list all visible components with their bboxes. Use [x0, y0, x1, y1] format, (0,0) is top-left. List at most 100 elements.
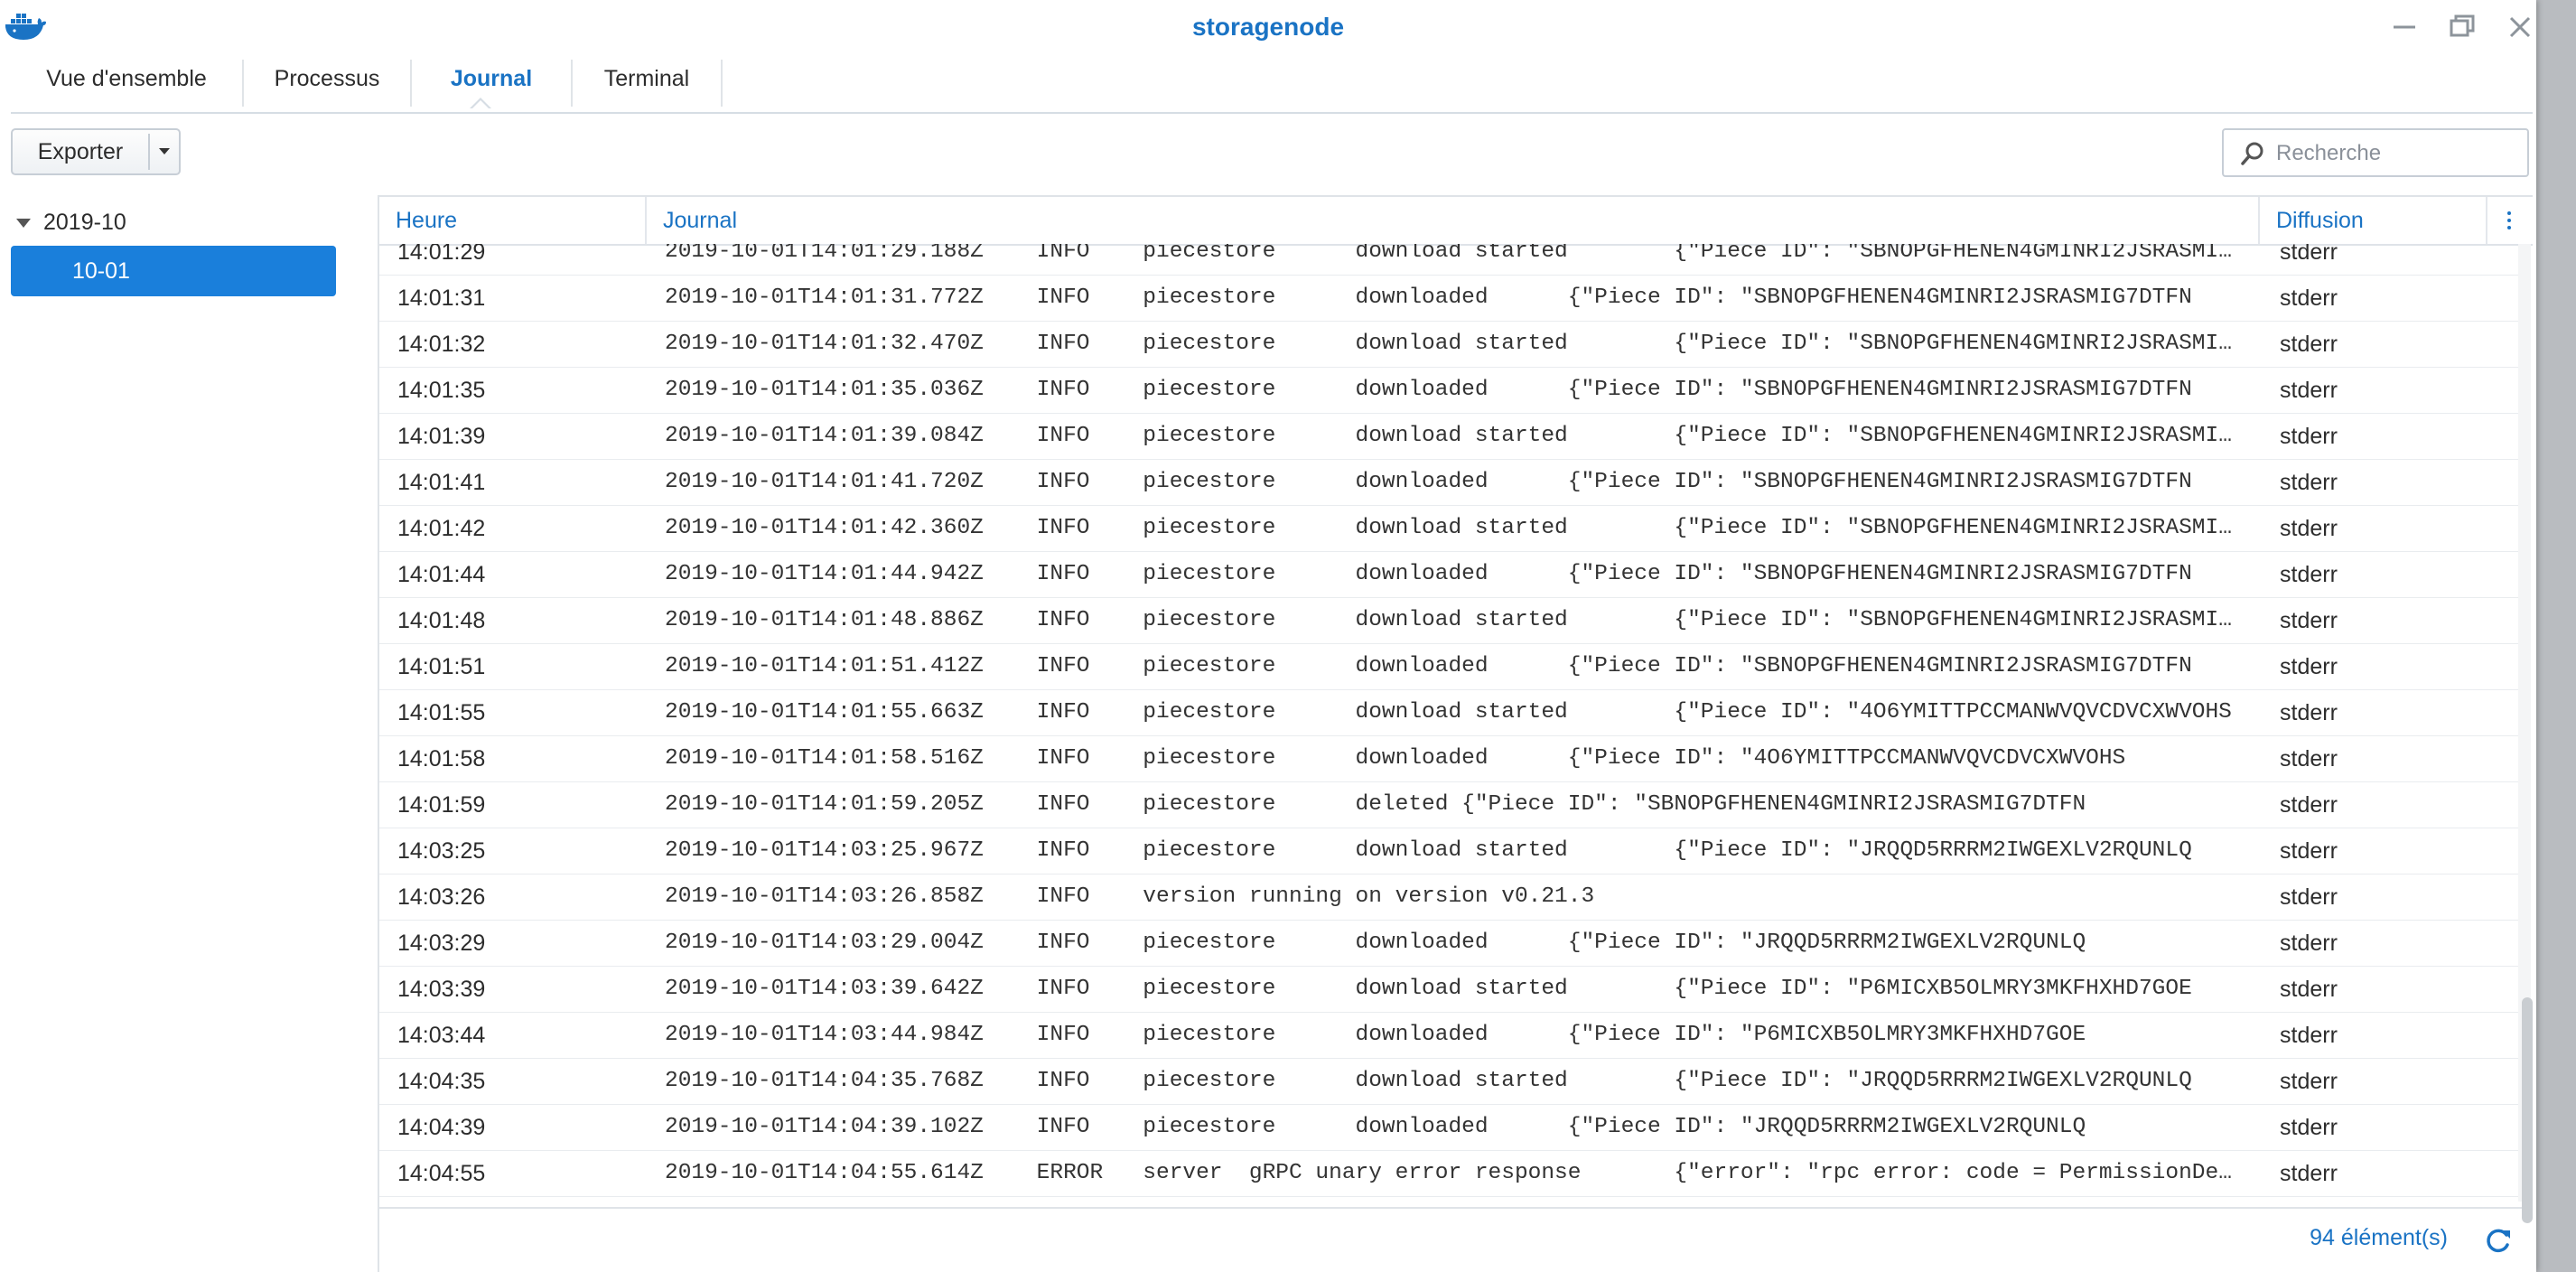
cell-stream: stderr [2280, 1023, 2338, 1048]
table-row[interactable]: 14:04:39 2019-10-01T14:04:39.102Z INFO pi… [379, 1105, 2518, 1151]
window-title: storagenode [1191, 13, 1345, 41]
cell-stream: stderr [2280, 285, 2338, 311]
cell-journal: 2019-10-01T14:01:35.036Z INFO piecestore… [665, 378, 2192, 402]
cell-stream: stderr [2280, 608, 2338, 633]
table-row[interactable]: 14:01:55 2019-10-01T14:01:55.663Z INFO pi… [379, 690, 2518, 736]
cell-stream: stderr [2280, 884, 2338, 910]
cell-stream: stderr [2280, 931, 2338, 956]
tree-node-year[interactable]: 2019-10 [16, 204, 126, 240]
item-count: 94 élément(s) [2310, 1225, 2448, 1250]
column-header-stream[interactable]: Diffusion [2260, 197, 2486, 244]
cell-time: 14:03:44 [397, 1023, 486, 1048]
cell-time: 14:04:55 [397, 1161, 486, 1186]
table-row[interactable]: 14:03:25 2019-10-01T14:03:25.967Z INFO pi… [379, 828, 2518, 874]
cell-journal: 2019-10-01T14:01:29.188Z INFO piecestore… [665, 244, 2238, 264]
table-row[interactable]: 14:04:35 2019-10-01T14:04:35.768Z INFO pi… [379, 1059, 2518, 1105]
active-tab-indicator [470, 98, 491, 109]
table-row[interactable]: 14:01:42 2019-10-01T14:01:42.360Z INFO pi… [379, 506, 2518, 552]
cell-journal: 2019-10-01T14:03:25.967Z INFO piecestore… [665, 838, 2192, 863]
column-header-journal[interactable]: Journal [647, 197, 2258, 244]
cell-stream: stderr [2280, 516, 2338, 541]
cell-journal: 2019-10-01T14:01:51.412Z INFO piecestore… [665, 654, 2192, 678]
table-row[interactable]: 14:01:29 2019-10-01T14:01:29.188Z INFO pi… [379, 244, 2518, 276]
cell-time: 14:01:29 [397, 244, 486, 265]
expand-arrow-icon[interactable] [16, 219, 31, 229]
cell-time: 14:01:48 [397, 608, 486, 633]
table-row[interactable]: 14:01:58 2019-10-01T14:01:58.516Z INFO pi… [379, 736, 2518, 782]
cell-time: 14:04:39 [397, 1115, 486, 1140]
cell-time: 14:01:39 [397, 424, 486, 449]
cell-stream: stderr [2280, 977, 2338, 1002]
table-rows: 14:01:29 2019-10-01T14:01:29.188Z INFO pi… [379, 244, 2518, 1202]
cell-journal: 2019-10-01T14:04:35.768Z INFO piecestore… [665, 1069, 2192, 1093]
column-header-time[interactable]: Heure [379, 197, 645, 244]
table-row[interactable]: 14:03:26 2019-10-01T14:03:26.858Z INFO ve… [379, 874, 2518, 921]
table-row[interactable]: 14:01:32 2019-10-01T14:01:32.470Z INFO pi… [379, 322, 2518, 368]
tab-journal[interactable]: Journal [412, 54, 571, 112]
column-menu-icon[interactable] [2486, 197, 2533, 244]
table-row[interactable]: 14:01:39 2019-10-01T14:01:39.084Z INFO pi… [379, 414, 2518, 460]
table-footer: 94 élément(s) [379, 1207, 2533, 1272]
table-row[interactable]: 14:03:29 2019-10-01T14:03:29.004Z INFO pi… [379, 921, 2518, 967]
title-bar: storagenode [0, 0, 2536, 54]
table-row[interactable]: 14:01:48 2019-10-01T14:01:48.886Z INFO pi… [379, 598, 2518, 644]
cell-stream: stderr [2280, 654, 2338, 679]
tab-terminal[interactable]: Terminal [573, 54, 721, 112]
cell-stream: stderr [2280, 244, 2338, 265]
cell-stream: stderr [2280, 792, 2338, 818]
minimize-icon[interactable] [2388, 11, 2421, 43]
refresh-icon[interactable] [2480, 1223, 2515, 1258]
cell-journal: 2019-10-01T14:01:41.720Z INFO piecestore… [665, 470, 2192, 494]
export-button[interactable]: Exporter [11, 128, 181, 175]
cell-time: 14:01:51 [397, 654, 486, 679]
table-row[interactable]: 14:01:44 2019-10-01T14:01:44.942Z INFO pi… [379, 552, 2518, 598]
export-split-divider [148, 134, 150, 170]
cell-stream: stderr [2280, 1115, 2338, 1140]
table-row[interactable]: 14:01:41 2019-10-01T14:01:41.720Z INFO pi… [379, 460, 2518, 506]
table-row[interactable]: 14:01:31 2019-10-01T14:01:31.772Z INFO pi… [379, 276, 2518, 322]
cell-stream: stderr [2280, 838, 2338, 864]
search-box[interactable] [2222, 128, 2529, 177]
cell-journal: 2019-10-01T14:03:39.642Z INFO piecestore… [665, 977, 2192, 1001]
cell-time: 14:01:31 [397, 285, 486, 311]
cell-journal: 2019-10-01T14:01:42.360Z INFO piecestore… [665, 516, 2238, 540]
cell-journal: 2019-10-01T14:01:58.516Z INFO piecestore… [665, 746, 2126, 771]
cell-journal: 2019-10-01T14:01:32.470Z INFO piecestore… [665, 332, 2238, 356]
table-row[interactable]: 14:05:08 2019-10-01T14:05:08.990Z INFO pi… [379, 1197, 2518, 1202]
cell-time: 14:01:55 [397, 700, 486, 725]
log-table: Heure Journal Diffusion 14:01:29 2019-10-… [378, 195, 2533, 1272]
cell-time: 14:01:44 [397, 562, 486, 587]
maximize-icon[interactable] [2446, 11, 2478, 43]
tab-processes[interactable]: Processus [244, 54, 410, 112]
tree-node-day-selected[interactable]: 10-01 [11, 246, 336, 296]
cell-journal: 2019-10-01T14:04:55.614Z ERROR server gR… [665, 1161, 2238, 1185]
cell-stream: stderr [2280, 1069, 2338, 1094]
cell-time: 14:01:41 [397, 470, 486, 495]
cell-time: 14:01:59 [397, 792, 486, 818]
table-body: 14:01:29 2019-10-01T14:01:29.188Z INFO pi… [379, 244, 2518, 1202]
tree-year-label: 2019-10 [43, 210, 126, 235]
table-row[interactable]: 14:03:39 2019-10-01T14:03:39.642Z INFO pi… [379, 967, 2518, 1013]
cell-time: 14:01:58 [397, 746, 486, 772]
cell-stream: stderr [2280, 562, 2338, 587]
table-row[interactable]: 14:01:35 2019-10-01T14:01:35.036Z INFO pi… [379, 368, 2518, 414]
cell-journal: 2019-10-01T14:01:48.886Z INFO piecestore… [665, 608, 2238, 632]
cell-time: 14:03:39 [397, 977, 486, 1002]
table-row[interactable]: 14:03:44 2019-10-01T14:03:44.984Z INFO pi… [379, 1013, 2518, 1059]
search-input[interactable] [2274, 134, 2522, 173]
close-icon[interactable] [2504, 11, 2536, 43]
chevron-down-icon[interactable] [159, 148, 170, 154]
cell-stream: stderr [2280, 332, 2338, 357]
table-row[interactable]: 14:01:59 2019-10-01T14:01:59.205Z INFO pi… [379, 782, 2518, 828]
cell-journal: 2019-10-01T14:01:39.084Z INFO piecestore… [665, 424, 2238, 448]
table-header: Heure Journal Diffusion [379, 197, 2533, 246]
tab-divider [721, 60, 723, 107]
tab-overview[interactable]: Vue d'ensemble [11, 54, 242, 112]
cell-time: 14:03:29 [397, 931, 486, 956]
cell-stream: stderr [2280, 470, 2338, 495]
scrollbar-thumb[interactable] [2522, 997, 2533, 1223]
table-row[interactable]: 14:01:51 2019-10-01T14:01:51.412Z INFO pi… [379, 644, 2518, 690]
tab-bar: Vue d'ensemble Processus Journal Termina… [11, 54, 2533, 114]
search-icon [2241, 142, 2263, 165]
table-row[interactable]: 14:04:55 2019-10-01T14:04:55.614Z ERROR s… [379, 1151, 2518, 1197]
